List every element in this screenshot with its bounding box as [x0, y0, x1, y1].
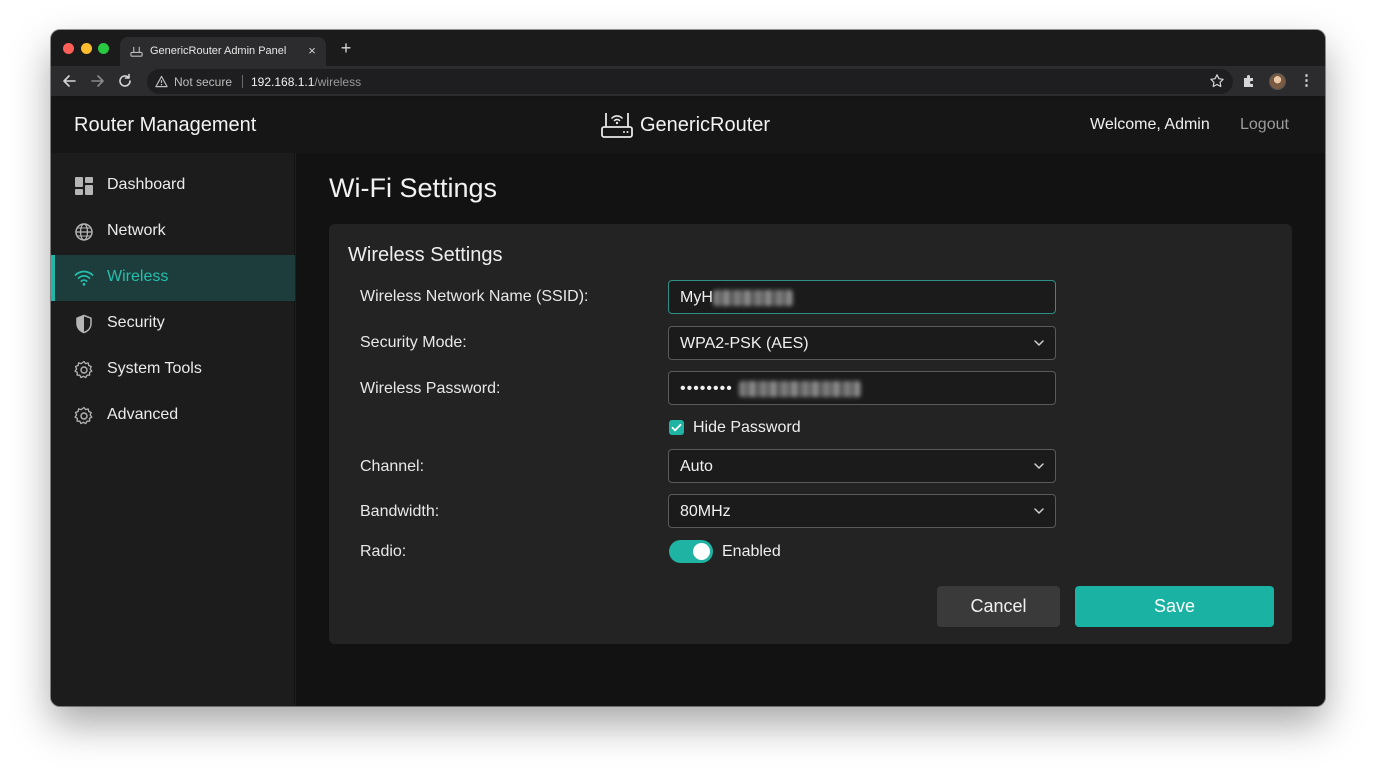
warning-icon [155, 75, 168, 88]
channel-label: Channel: [360, 458, 425, 475]
security-label: Not secure [174, 75, 233, 89]
sidebar-item-label: Security [107, 314, 165, 331]
ssid-input[interactable]: MyH [668, 280, 1056, 314]
password-value: •••••••• [680, 380, 733, 397]
chevron-down-icon [1034, 508, 1044, 514]
security-mode-select[interactable]: WPA2-PSK (AES) [668, 326, 1056, 360]
main-content: Wi-Fi Settings Wireless Settings Wireles… [296, 153, 1325, 706]
welcome-text: Welcome, Admin [1090, 116, 1210, 133]
hide-password-checkbox[interactable] [669, 420, 684, 435]
sidebar-item-advanced[interactable]: Advanced [51, 393, 295, 439]
save-button[interactable]: Save [1075, 586, 1274, 627]
channel-value: Auto [680, 458, 713, 475]
sidebar-item-label: Wireless [107, 268, 169, 285]
address-bar[interactable]: Not secure 192.168.1.1/wireless [147, 69, 1233, 94]
profile-avatar[interactable] [1269, 73, 1286, 90]
url-path: /wireless [314, 75, 362, 89]
menu-icon[interactable]: ⋮ [1299, 72, 1314, 90]
ssid-value: MyH [680, 289, 713, 306]
toggle-knob [693, 543, 710, 560]
channel-select[interactable]: Auto [668, 449, 1056, 483]
close-window-icon[interactable] [63, 43, 74, 54]
security-mode-value: WPA2-PSK (AES) [680, 335, 809, 352]
dashboard-icon [75, 177, 93, 195]
address-divider [242, 75, 243, 88]
redacted-blur [739, 381, 861, 397]
url-text: 192.168.1.1/wireless [251, 75, 361, 89]
app-title: Router Management [74, 114, 257, 136]
redacted-blur [713, 290, 793, 306]
logout-link[interactable]: Logout [1240, 116, 1289, 134]
tab-strip: GenericRouter Admin Panel × + [51, 30, 1325, 66]
sidebar-item-system-tools[interactable]: System Tools [51, 347, 295, 393]
radio-label: Radio: [360, 543, 407, 560]
ssid-label: Wireless Network Name (SSID): [360, 288, 589, 305]
url-host: 192.168.1.1 [251, 75, 315, 89]
section-title: Wireless Settings [348, 244, 503, 266]
cancel-button[interactable]: Cancel [937, 586, 1060, 627]
tab-close-icon[interactable]: × [304, 43, 320, 59]
sidebar-item-network[interactable]: Network [51, 209, 295, 255]
router-logo-icon [601, 113, 633, 138]
page-title: Wi-Fi Settings [329, 173, 498, 203]
password-label: Wireless Password: [360, 380, 501, 397]
sidebar-item-dashboard[interactable]: Dashboard [51, 163, 295, 209]
gear-icon [74, 360, 93, 379]
sidebar-item-wireless[interactable]: Wireless [51, 255, 295, 301]
bandwidth-select[interactable]: 80MHz [668, 494, 1056, 528]
maximize-window-icon[interactable] [98, 43, 109, 54]
back-icon[interactable] [61, 72, 79, 90]
extensions-icon[interactable] [1241, 73, 1257, 89]
router-favicon-icon [130, 46, 143, 57]
sidebar-item-label: Network [107, 222, 166, 239]
sidebar-item-security[interactable]: Security [51, 301, 295, 347]
app-header: Router Management GenericRouter Welcome,… [51, 97, 1325, 153]
brand: GenericRouter [600, 109, 770, 141]
forward-icon[interactable] [88, 72, 106, 90]
sidebar-item-label: Dashboard [107, 176, 186, 193]
new-tab-button[interactable]: + [337, 39, 355, 57]
wifi-icon [74, 270, 94, 286]
brand-name: GenericRouter [640, 113, 771, 136]
checkmark-icon [671, 423, 682, 432]
chevron-down-icon [1034, 340, 1044, 346]
star-icon[interactable] [1209, 73, 1225, 89]
hide-password-label: Hide Password [693, 419, 801, 436]
security-mode-label: Security Mode: [360, 334, 467, 351]
browser-tab[interactable]: GenericRouter Admin Panel × [120, 37, 326, 66]
tab-title: GenericRouter Admin Panel [150, 45, 287, 57]
shield-icon [76, 314, 92, 334]
bandwidth-value: 80MHz [680, 503, 731, 520]
browser-window: GenericRouter Admin Panel × + Not secure… [51, 30, 1325, 706]
sidebar: Dashboard Network Wireless Security Syst… [51, 153, 295, 706]
chevron-down-icon [1034, 463, 1044, 469]
sidebar-item-label: System Tools [107, 360, 202, 377]
gear-icon [74, 406, 93, 425]
minimize-window-icon[interactable] [81, 43, 92, 54]
radio-toggle[interactable] [669, 540, 713, 563]
sidebar-item-label: Advanced [107, 406, 179, 423]
password-input[interactable]: •••••••• [668, 371, 1056, 405]
reload-icon[interactable] [116, 72, 134, 90]
wireless-settings-card: Wireless Settings Wireless Network Name … [329, 224, 1292, 644]
radio-state: Enabled [722, 543, 781, 560]
globe-icon [75, 223, 93, 241]
browser-toolbar: Not secure 192.168.1.1/wireless ⋮ [51, 66, 1325, 97]
bandwidth-label: Bandwidth: [360, 503, 440, 520]
